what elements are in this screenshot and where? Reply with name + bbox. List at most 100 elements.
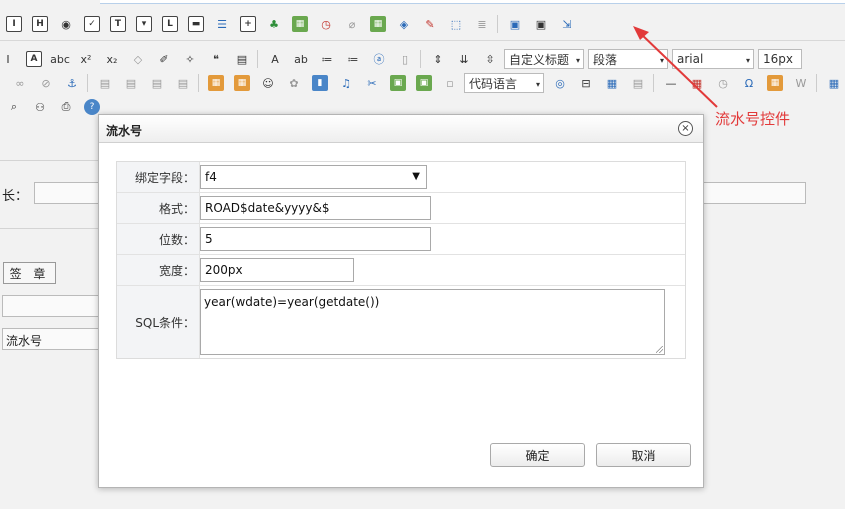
radio-icon[interactable]: ◉ bbox=[58, 16, 74, 32]
font-size-combo-text: 16px bbox=[763, 52, 793, 66]
emotion-icon[interactable]: ☺ bbox=[260, 75, 276, 91]
chevron-down-icon: ▾ bbox=[745, 56, 750, 65]
sql-condition-value: year(wdate)=year(getdate()) bbox=[204, 295, 380, 309]
unordered-list-icon[interactable]: ≔ bbox=[345, 51, 361, 67]
checkbox-icon[interactable]: ✓ bbox=[84, 16, 100, 32]
strikethrough-icon[interactable]: abc bbox=[50, 51, 70, 67]
text-area-icon[interactable]: H bbox=[32, 16, 48, 32]
preview-icon[interactable]: ⌕ bbox=[6, 99, 22, 115]
find-icon[interactable]: ⚇ bbox=[32, 99, 48, 115]
subscript-icon[interactable]: x₂ bbox=[104, 51, 120, 67]
plus-icon[interactable]: + bbox=[240, 16, 256, 32]
list-view-icon[interactable]: ☰ bbox=[214, 16, 230, 32]
page-break-icon[interactable]: ◎ bbox=[552, 75, 568, 91]
anchor-icon[interactable]: ⚓ bbox=[64, 75, 80, 91]
ordered-list-icon[interactable]: ≔ bbox=[319, 51, 335, 67]
frame-icon[interactable]: ▫ bbox=[442, 75, 458, 91]
eraser-icon[interactable]: ◇ bbox=[130, 51, 146, 67]
bind-field-value: f4 bbox=[205, 170, 217, 184]
help-icon[interactable]: ? bbox=[84, 99, 100, 115]
template-icon[interactable]: ⊟ bbox=[578, 75, 594, 91]
serial-number-icon[interactable]: ≣ bbox=[474, 16, 490, 32]
digits-input[interactable]: 5 bbox=[200, 227, 431, 251]
align-center-icon[interactable]: ▤ bbox=[123, 75, 139, 91]
search-replace-icon[interactable]: ▦ bbox=[767, 75, 783, 91]
auto-format-icon[interactable]: ✧ bbox=[182, 51, 198, 67]
import-icon[interactable]: ⇲ bbox=[559, 16, 575, 32]
background-input[interactable] bbox=[2, 295, 100, 317]
line-height-icon[interactable]: ⇕ bbox=[430, 51, 446, 67]
attachment-icon[interactable]: ⌀ bbox=[344, 16, 360, 32]
scrawl-icon[interactable]: ✿ bbox=[286, 75, 302, 91]
row-spacing-icon[interactable]: ⇳ bbox=[482, 51, 498, 67]
attachment-clip-icon[interactable]: ✂ bbox=[364, 75, 380, 91]
music-icon[interactable]: ♫ bbox=[338, 75, 354, 91]
highlight-icon[interactable]: ab bbox=[293, 51, 309, 67]
toolbar-separator bbox=[257, 50, 258, 68]
image-icon[interactable]: ▦ bbox=[208, 75, 224, 91]
gmap-icon[interactable]: ▣ bbox=[416, 75, 432, 91]
list-field-icon[interactable]: T bbox=[110, 16, 126, 32]
cancel-button[interactable]: 取消 bbox=[596, 443, 691, 467]
video-icon[interactable]: ▮ bbox=[312, 75, 328, 91]
save-icon[interactable]: ▣ bbox=[507, 16, 523, 32]
text-color-icon[interactable]: A bbox=[267, 51, 283, 67]
confirm-button[interactable]: 确定 bbox=[490, 443, 585, 467]
select-area-icon[interactable]: ⬚ bbox=[448, 16, 464, 32]
grid-icon[interactable]: ▦ bbox=[370, 16, 386, 32]
font-color-icon[interactable]: A bbox=[26, 51, 42, 67]
paragraph-spacing-icon[interactable]: ⇊ bbox=[456, 51, 472, 67]
text-field-icon[interactable]: I bbox=[6, 16, 22, 32]
background-icon[interactable]: ▦ bbox=[604, 75, 620, 91]
spelling-icon[interactable]: ⓐ bbox=[371, 51, 387, 67]
width-label: 宽度： bbox=[117, 255, 200, 285]
select-icon[interactable]: ▾ bbox=[136, 16, 152, 32]
bind-field-select[interactable]: f4 ▼ bbox=[200, 165, 427, 189]
save-as-icon[interactable]: ▣ bbox=[533, 16, 549, 32]
special-char-icon[interactable]: Ω bbox=[741, 75, 757, 91]
close-icon[interactable]: × bbox=[678, 121, 693, 136]
paste-text-icon[interactable]: ▤ bbox=[234, 51, 250, 67]
serial-number-field[interactable]: 流水号 bbox=[2, 328, 100, 350]
button-icon[interactable]: ▬ bbox=[188, 16, 204, 32]
align-right-icon[interactable]: ▤ bbox=[149, 75, 165, 91]
multi-image-icon[interactable]: ▦ bbox=[234, 75, 250, 91]
annotation-label: 流水号控件 bbox=[715, 110, 791, 128]
form-row-width: 宽度： 200px bbox=[117, 255, 685, 286]
format-input[interactable]: ROAD$date&yyyy&$ bbox=[200, 196, 431, 220]
sql-condition-label: SQL条件： bbox=[117, 286, 200, 358]
toolbar-separator bbox=[816, 74, 817, 92]
serial-number-dialog: 流水号 × 绑定字段： f4 ▼ 格式： ROAD$date&yyyy&$ 位数… bbox=[98, 114, 704, 488]
font-size-combo[interactable]: 16px bbox=[758, 49, 802, 69]
length-input[interactable] bbox=[34, 182, 100, 204]
sign-button[interactable]: 签 章 bbox=[3, 262, 56, 284]
width-input[interactable]: 200px bbox=[200, 258, 354, 282]
insert-table-icon[interactable]: ▦ bbox=[826, 75, 842, 91]
edit-icon[interactable]: ✎ bbox=[422, 16, 438, 32]
code-language-combo[interactable]: 代码语言 ▾ bbox=[464, 73, 544, 93]
word-doc-icon[interactable]: W bbox=[793, 75, 809, 91]
format-brush-icon[interactable]: ✐ bbox=[156, 51, 172, 67]
map-icon[interactable]: ▣ bbox=[390, 75, 406, 91]
italic-icon[interactable]: I bbox=[0, 51, 16, 67]
user-select-icon[interactable]: ♣ bbox=[266, 16, 282, 32]
date-icon[interactable]: ◷ bbox=[318, 16, 334, 32]
align-left-icon[interactable]: ▤ bbox=[97, 75, 113, 91]
form-divider bbox=[0, 160, 100, 161]
length-input-right[interactable] bbox=[703, 182, 806, 204]
macro-icon[interactable]: ◈ bbox=[396, 16, 412, 32]
blank-page-icon[interactable]: ▯ bbox=[397, 51, 413, 67]
link-icon[interactable]: ∞ bbox=[12, 75, 28, 91]
superscript-icon[interactable]: x² bbox=[78, 51, 94, 67]
quote-icon[interactable]: ❝ bbox=[208, 51, 224, 67]
unlink-icon[interactable]: ⊘ bbox=[38, 75, 54, 91]
org-select-icon[interactable]: ▦ bbox=[292, 16, 308, 32]
label-icon[interactable]: L bbox=[162, 16, 178, 32]
sql-condition-textarea[interactable]: year(wdate)=year(getdate()) bbox=[200, 289, 665, 355]
digits-label: 位数： bbox=[117, 224, 200, 254]
heading-combo[interactable]: 自定义标题 ▾ bbox=[504, 49, 584, 69]
length-label: 长： bbox=[2, 189, 29, 204]
resize-grip-icon[interactable] bbox=[656, 346, 663, 353]
align-justify-icon[interactable]: ▤ bbox=[175, 75, 191, 91]
print-icon[interactable]: ⎙ bbox=[58, 99, 74, 115]
